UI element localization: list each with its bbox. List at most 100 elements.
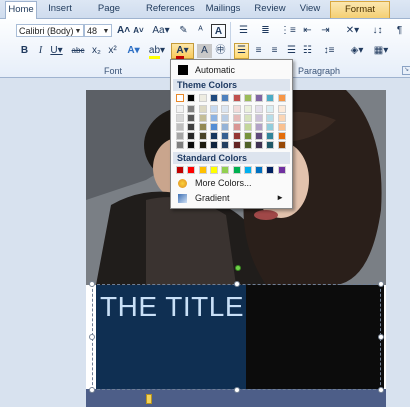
theme-color-swatch[interactable] — [187, 105, 196, 113]
theme-color-swatch[interactable] — [221, 123, 230, 131]
enclose-characters-icon[interactable]: ㊥ — [213, 44, 228, 58]
theme-color-swatch[interactable] — [266, 114, 275, 122]
standard-color-swatch[interactable] — [176, 166, 184, 174]
resize-handle[interactable] — [89, 334, 95, 340]
resize-handle[interactable] — [378, 334, 384, 340]
theme-color-swatch[interactable] — [176, 105, 184, 113]
shrink-font-icon[interactable]: A˅ — [131, 24, 146, 38]
standard-color-swatch[interactable] — [221, 166, 230, 174]
standard-color-swatch[interactable] — [198, 166, 207, 174]
align-left-button[interactable]: ☰ — [234, 43, 249, 59]
shading-icon[interactable]: ◈▾ — [348, 44, 366, 58]
increase-indent-icon[interactable]: ⇥ — [318, 24, 333, 38]
theme-color-swatch[interactable] — [277, 132, 286, 140]
theme-color-swatch[interactable] — [198, 94, 207, 102]
asian-layout-icon[interactable]: ✕▾ — [345, 24, 360, 38]
bold-button[interactable]: B — [17, 44, 32, 58]
italic-button[interactable]: I — [33, 44, 48, 58]
theme-color-swatch[interactable] — [221, 94, 230, 102]
theme-color-swatch[interactable] — [243, 141, 252, 149]
theme-color-swatch[interactable] — [277, 105, 286, 113]
justify-button[interactable]: ☰ — [284, 44, 299, 58]
theme-color-swatch[interactable] — [221, 114, 230, 122]
multilevel-list-icon[interactable]: ⋮≡ — [280, 24, 296, 38]
tab-references[interactable]: References — [146, 1, 195, 17]
standard-color-swatch[interactable] — [243, 166, 252, 174]
theme-color-swatch[interactable] — [198, 123, 207, 131]
font-name-combo[interactable]: Calibri (Body) ▼ — [16, 24, 84, 37]
theme-color-swatch[interactable] — [198, 114, 207, 122]
theme-color-swatch[interactable] — [232, 94, 241, 102]
theme-color-swatch[interactable] — [209, 114, 218, 122]
theme-color-swatch[interactable] — [176, 132, 184, 140]
theme-color-swatch[interactable] — [255, 94, 264, 102]
character-border-icon[interactable]: A — [211, 24, 226, 38]
align-right-button[interactable]: ≡ — [267, 44, 282, 58]
more-colors-item[interactable]: More Colors... — [173, 176, 290, 190]
tab-page-layout[interactable]: Page Layout — [84, 1, 134, 30]
theme-color-swatch[interactable] — [187, 132, 196, 140]
theme-color-swatch[interactable] — [221, 141, 230, 149]
standard-color-swatch[interactable] — [255, 166, 264, 174]
subscript-button[interactable]: x₂ — [89, 44, 104, 58]
theme-color-swatch[interactable] — [266, 123, 275, 131]
theme-color-swatch[interactable] — [243, 132, 252, 140]
standard-color-swatch[interactable] — [209, 166, 218, 174]
sort-icon[interactable]: ↓↕ — [370, 24, 385, 38]
theme-color-swatch[interactable] — [255, 123, 264, 131]
theme-color-swatch[interactable] — [232, 114, 241, 122]
tab-view[interactable]: View — [296, 1, 324, 17]
standard-color-swatch[interactable] — [277, 166, 286, 174]
theme-color-swatch[interactable] — [255, 105, 264, 113]
theme-color-swatch[interactable] — [232, 141, 241, 149]
highlight-color-icon[interactable]: ab▾ — [148, 44, 166, 59]
theme-color-swatch[interactable] — [209, 105, 218, 113]
align-center-button[interactable]: ≡ — [251, 44, 266, 58]
chevron-down-icon[interactable]: ▼ — [73, 25, 83, 36]
theme-color-swatch[interactable] — [243, 123, 252, 131]
strikethrough-button[interactable]: abc — [70, 44, 86, 58]
font-color-button[interactable]: A▾ — [171, 43, 194, 59]
theme-color-swatch[interactable] — [277, 123, 286, 131]
tab-review[interactable]: Review — [254, 1, 286, 17]
theme-color-swatch[interactable] — [232, 123, 241, 131]
theme-color-swatch[interactable] — [176, 94, 184, 102]
theme-color-swatch[interactable] — [221, 132, 230, 140]
theme-color-swatch[interactable] — [232, 105, 241, 113]
theme-color-swatch[interactable] — [266, 94, 275, 102]
grow-font-icon[interactable]: A˄ — [116, 24, 131, 38]
distributed-button[interactable]: ☷ — [300, 44, 315, 58]
theme-color-swatch[interactable] — [243, 114, 252, 122]
theme-color-swatch[interactable] — [209, 94, 218, 102]
text-effects-icon[interactable]: A▾ — [126, 44, 141, 58]
theme-color-swatch[interactable] — [255, 114, 264, 122]
theme-color-swatch[interactable] — [255, 132, 264, 140]
superscript-button[interactable]: x² — [105, 44, 120, 58]
decrease-indent-icon[interactable]: ⇤ — [300, 24, 315, 38]
theme-color-swatch[interactable] — [198, 141, 207, 149]
resize-handle[interactable] — [234, 387, 240, 393]
numbering-icon[interactable]: ≣ — [258, 24, 273, 38]
tab-format[interactable]: Format — [330, 1, 390, 18]
theme-color-swatch[interactable] — [187, 141, 196, 149]
resize-handle[interactable] — [378, 387, 384, 393]
character-shading-icon[interactable]: A — [197, 44, 212, 58]
theme-color-swatch[interactable] — [209, 141, 218, 149]
theme-color-swatch[interactable] — [266, 141, 275, 149]
standard-color-swatch[interactable] — [232, 166, 241, 174]
tab-insert[interactable]: Insert — [44, 1, 76, 17]
font-size-combo[interactable]: 48 ▼ — [84, 24, 112, 37]
resize-handle[interactable] — [378, 281, 384, 287]
chevron-down-icon[interactable]: ▼ — [101, 25, 111, 36]
theme-color-swatch[interactable] — [187, 123, 196, 131]
theme-color-swatch[interactable] — [176, 123, 184, 131]
resize-handle[interactable] — [89, 387, 95, 393]
resize-handle[interactable] — [234, 281, 240, 287]
theme-color-swatch[interactable] — [277, 114, 286, 122]
change-case-icon[interactable]: Aa▾ — [152, 24, 170, 38]
theme-color-swatch[interactable] — [176, 141, 184, 149]
borders-icon[interactable]: ▦▾ — [372, 44, 390, 58]
show-marks-icon[interactable]: ¶ — [392, 24, 407, 38]
bullets-icon[interactable]: ☰ — [236, 24, 251, 38]
line-spacing-icon[interactable]: ↕≡ — [320, 44, 338, 58]
